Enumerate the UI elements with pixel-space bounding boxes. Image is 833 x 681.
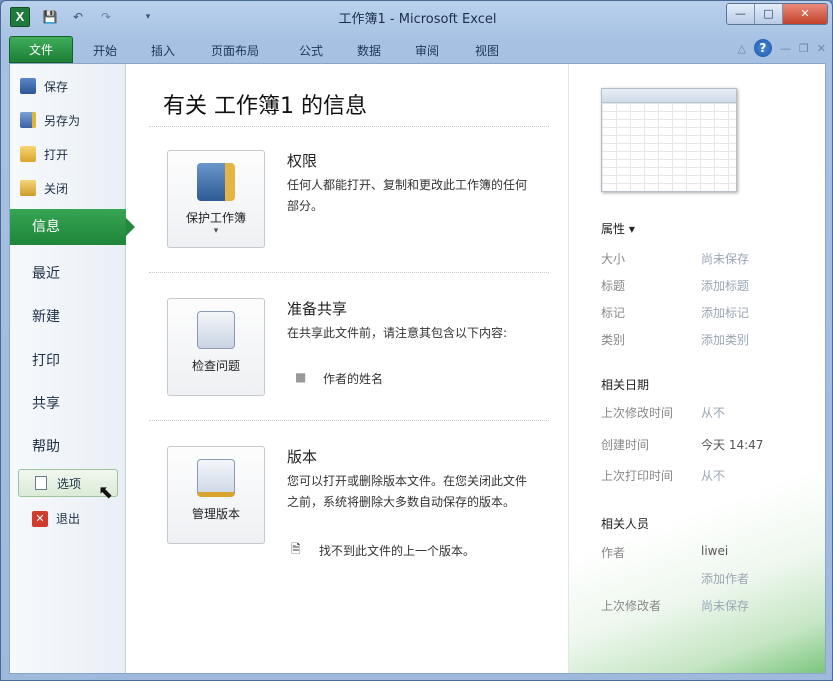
page-title: 有关 工作簿1 的信息 [163, 94, 367, 119]
nav-save-as-label: 另存为 [44, 113, 81, 128]
prop-tags-key: 标记 [601, 306, 626, 320]
window-title: 工作簿1 - Microsoft Excel [338, 12, 497, 27]
protect-workbook-button[interactable]: 保护工作簿 ▾ [167, 150, 265, 248]
nav-help[interactable]: 帮助 [32, 436, 60, 456]
prop-size-key: 大小 [601, 252, 626, 266]
date-modified-key: 上次修改时间 [601, 406, 674, 420]
versions-text: 您可以打开或删除版本文件。在您关闭此文件之前，系统将删除大多数自动保存的版本。 [287, 474, 528, 509]
modified-by-key: 上次修改者 [601, 599, 662, 613]
close-button[interactable]: ✕ [783, 4, 827, 24]
properties-heading[interactable]: 属性 ▾ [601, 220, 635, 237]
nav-save-label: 保存 [44, 79, 69, 94]
help-icon[interactable]: ? [753, 39, 772, 57]
versions-title: 版本 [287, 448, 318, 466]
check-issues-label: 检查问题 [191, 359, 240, 373]
nav-share[interactable]: 共享 [32, 393, 60, 413]
permissions-text: 任何人都能打开、复制和更改此工作簿的任何部分。 [287, 178, 528, 213]
nav-print[interactable]: 打印 [32, 350, 60, 370]
manage-versions-button[interactable]: 管理版本 [167, 446, 265, 544]
doc-restore-icon[interactable]: ❐ [799, 42, 809, 55]
mouse-cursor-icon: ⬉ [98, 482, 114, 503]
tab-data[interactable]: 数据 [357, 42, 381, 59]
prepare-bullet: 作者的姓名 [323, 372, 384, 386]
prop-title-key: 标题 [601, 279, 626, 293]
excel-window: X 💾 ↶ ↷ ▾ 工作簿1 - Microsoft Excel — □ ✕ 文… [0, 0, 833, 681]
nav-info[interactable]: 信息 [10, 209, 135, 245]
save-as-icon [20, 112, 36, 128]
date-created-key: 创建时间 [601, 438, 650, 452]
date-created-value: 今天 14:47 [701, 438, 764, 452]
inspect-document-icon [197, 311, 235, 349]
prop-tags-field[interactable]: 添加标记 [701, 304, 749, 321]
prepare-title: 准备共享 [287, 300, 348, 318]
versions-icon [197, 459, 235, 497]
folder-open-icon [20, 146, 36, 162]
maximize-button[interactable]: □ [755, 4, 783, 24]
doc-minimize-icon[interactable]: — [780, 42, 791, 55]
people-heading: 相关人员 [601, 517, 650, 531]
properties-panel: 属性 ▾ 大小 尚未保存 标题 添加标题 标记 添加标记 类别 添加类别 相关日… [568, 64, 825, 673]
divider [149, 272, 549, 273]
check-issues-button[interactable]: 检查问题 [167, 298, 265, 396]
tab-home[interactable]: 开始 [93, 42, 117, 59]
options-icon [35, 476, 47, 490]
backstage-view: 保存 另存为 打开 关闭 信息 最近 新建 打印 共享 帮助 选项 ✕ 退出 ⬉… [9, 63, 826, 674]
bullet-icon: ■ [295, 370, 307, 384]
nav-save-as[interactable]: 另存为 [20, 108, 80, 132]
modified-by-value: 尚未保存 [701, 599, 750, 613]
date-printed-key: 上次打印时间 [601, 469, 674, 483]
nav-exit-label: 退出 [56, 512, 81, 526]
date-modified-value: 从不 [701, 406, 726, 420]
manage-versions-label: 管理版本 [191, 507, 240, 521]
ribbon-tab-bar: 文件 开始 插入 页面布局 公式 数据 审阅 视图 △ ? — ❐ ✕ [1, 33, 832, 63]
nav-recent[interactable]: 最近 [32, 263, 60, 283]
thumbnail-ribbon [602, 89, 736, 103]
info-panel: 有关 工作簿1 的信息 保护工作簿 ▾ 权限 任何人都能打开、复制和更改此工作簿… [127, 64, 568, 673]
prop-title-field[interactable]: 添加标题 [701, 277, 749, 294]
title-bar: X 💾 ↶ ↷ ▾ 工作簿1 - Microsoft Excel — □ ✕ [1, 1, 832, 33]
nav-save[interactable]: 保存 [20, 74, 68, 98]
dates-heading: 相关日期 [601, 378, 650, 392]
workbook-thumbnail [601, 88, 737, 192]
tab-review[interactable]: 审阅 [415, 42, 439, 59]
versions-note: 找不到此文件的上一个版本。 [319, 544, 476, 558]
nav-new[interactable]: 新建 [32, 306, 60, 326]
author-value: liwei [701, 544, 729, 558]
exit-icon: ✕ [32, 510, 48, 527]
prop-size-value: 尚未保存 [701, 252, 750, 266]
save-icon [20, 78, 36, 94]
tab-file[interactable]: 文件 [9, 36, 73, 63]
nav-close[interactable]: 关闭 [20, 176, 68, 200]
prop-category-key: 类别 [601, 333, 626, 347]
minimize-button[interactable]: — [727, 4, 755, 24]
backstage-nav: 保存 另存为 打开 关闭 信息 最近 新建 打印 共享 帮助 选项 ✕ 退出 ⬉ [10, 64, 135, 673]
tab-formulas[interactable]: 公式 [299, 42, 323, 59]
tab-view[interactable]: 视图 [475, 42, 499, 59]
thumbnail-grid [602, 103, 736, 191]
protect-workbook-label: 保护工作簿 [185, 211, 246, 225]
window-controls: — □ ✕ [726, 3, 828, 25]
chevron-down-icon: ▾ [213, 226, 219, 236]
divider [149, 126, 549, 127]
nav-open[interactable]: 打开 [20, 142, 68, 166]
nav-close-label: 关闭 [44, 181, 69, 196]
date-printed-value: 从不 [701, 469, 726, 483]
tab-insert[interactable]: 插入 [151, 42, 175, 59]
divider [149, 420, 549, 421]
add-author-field[interactable]: 添加作者 [701, 570, 749, 587]
nav-open-label: 打开 [44, 147, 69, 162]
nav-exit[interactable]: ✕ 退出 [32, 510, 80, 527]
permissions-title: 权限 [287, 152, 318, 170]
document-icon: 🗎 [291, 542, 301, 556]
doc-close-icon[interactable]: ✕ [817, 42, 826, 55]
tab-page-layout[interactable]: 页面布局 [211, 42, 259, 59]
nav-options-label: 选项 [57, 476, 82, 491]
prepare-text: 在共享此文件前，请注意其包含以下内容: [287, 326, 508, 340]
folder-close-icon [20, 180, 36, 196]
lock-key-icon [197, 163, 235, 201]
ribbon-help-area: △ ? — ❐ ✕ [737, 39, 826, 57]
ribbon-collapse-icon[interactable]: △ [737, 42, 745, 55]
author-key: 作者 [601, 546, 626, 560]
prop-category-field[interactable]: 添加类别 [701, 331, 749, 348]
